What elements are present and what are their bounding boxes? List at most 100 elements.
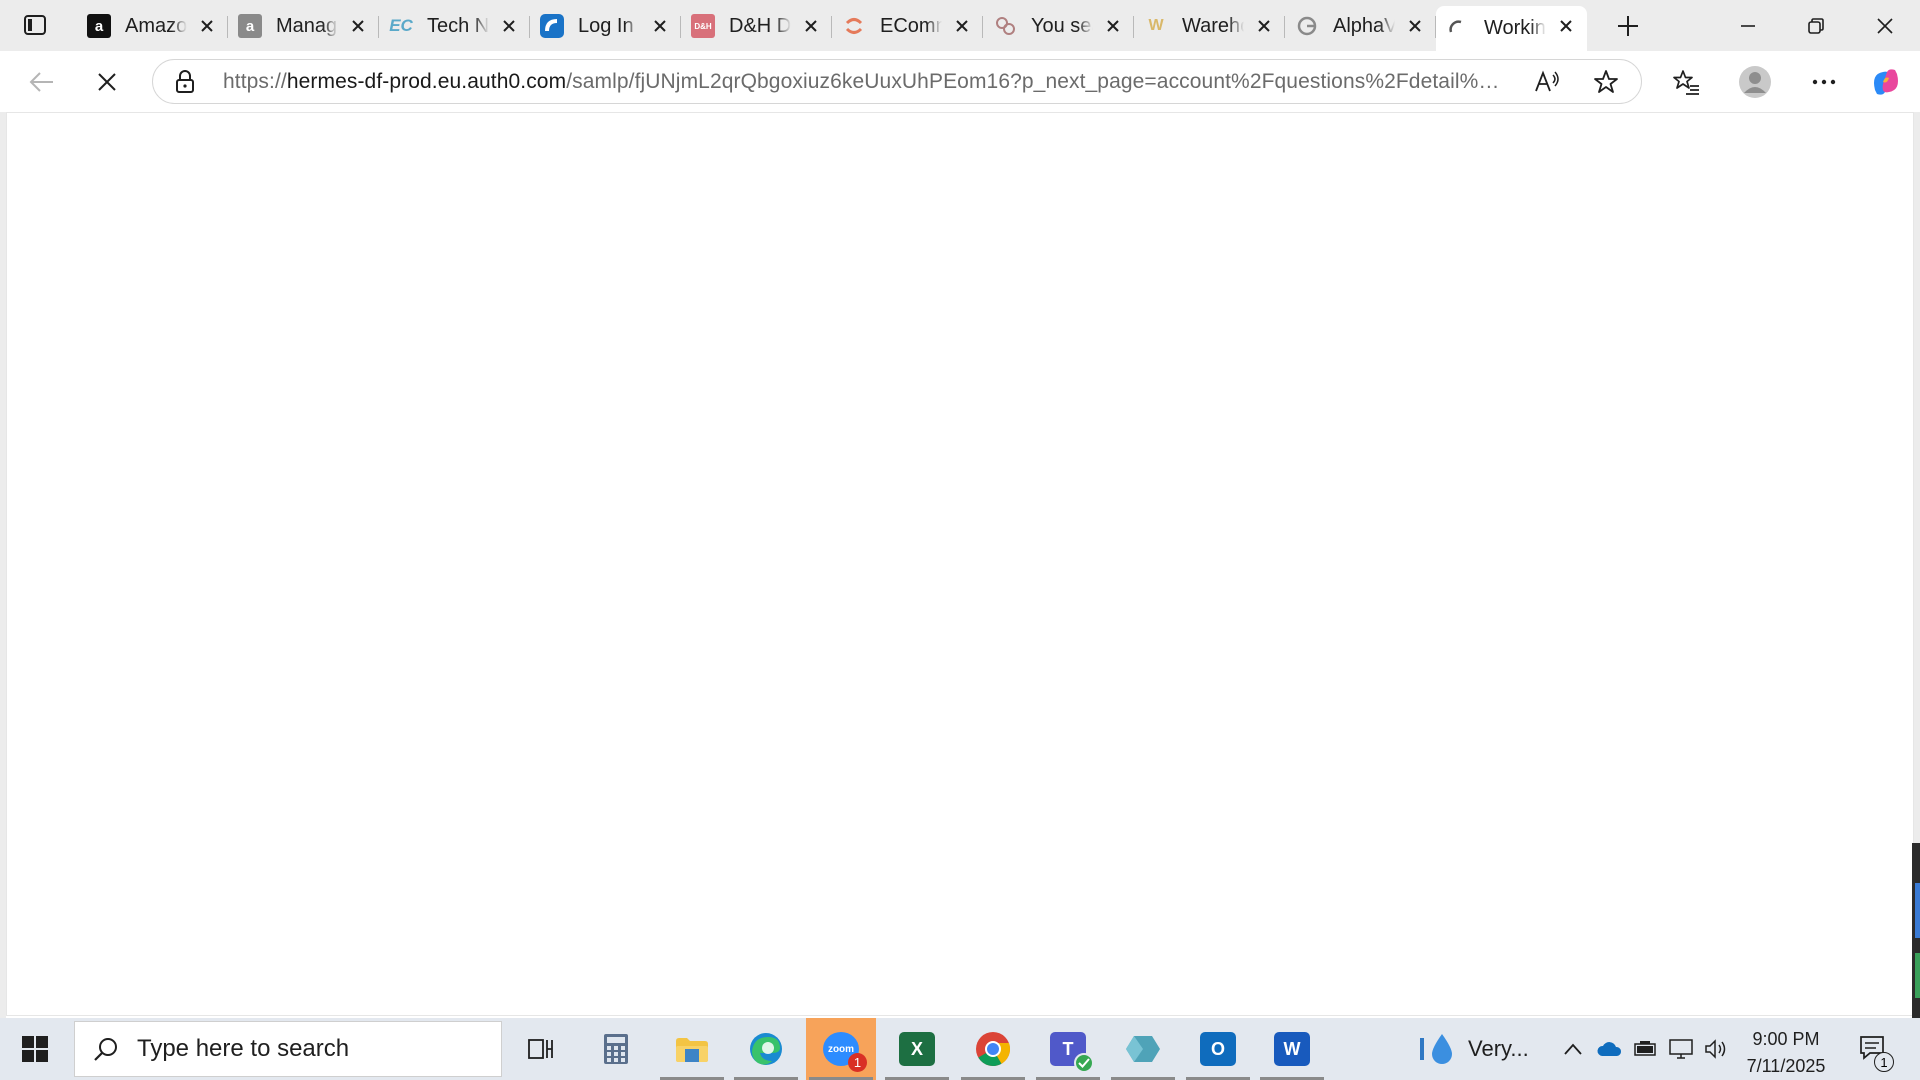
tab-title: ECommerce [880,14,942,37]
tab-amazon[interactable]: a Amazon [77,6,228,46]
tab-working-active[interactable]: Working [1436,6,1587,51]
close-icon[interactable] [649,15,671,37]
taskbar-edge[interactable] [731,1018,801,1080]
close-icon[interactable] [498,15,520,37]
stop-loading-button[interactable] [87,63,127,101]
settings-more-button[interactable] [1804,63,1844,101]
profile-button[interactable] [1735,63,1775,101]
tab-alphavantage[interactable]: AlphaVantage [1285,6,1436,46]
url-text[interactable]: https://hermes-df-prod.eu.auth0.com/saml… [223,70,1508,94]
minimize-button[interactable] [1715,0,1781,51]
notification-center-button[interactable]: 1 [1848,1018,1898,1080]
close-icon[interactable] [1253,15,1275,37]
copilot-button[interactable] [1866,63,1906,101]
teams-icon: T [1050,1032,1094,1073]
tab-dh-direct[interactable]: D&H D&H Direct [681,6,832,46]
tab-title: You searched [1031,14,1093,37]
read-aloud-icon[interactable] [1534,70,1560,99]
battery-tray[interactable] [1628,1018,1662,1080]
taskbar-excel[interactable]: X [882,1018,952,1080]
close-icon[interactable] [347,15,369,37]
close-icon[interactable] [1555,15,1577,37]
restore-icon [1808,17,1824,34]
network-icon [1669,1039,1693,1059]
tab-list: a Amazon a Manage EC Tech Notes Log In D… [77,6,1587,51]
browser-toolbar: https://hermes-df-prod.eu.auth0.com/saml… [0,51,1920,112]
close-icon[interactable] [196,15,218,37]
taskbar-outlook[interactable]: O [1183,1018,1253,1080]
battery-icon [1634,1041,1656,1056]
close-window-button[interactable] [1852,0,1918,51]
edge-icon [750,1033,782,1065]
address-bar[interactable]: https://hermes-df-prod.eu.auth0.com/saml… [152,59,1642,104]
close-icon[interactable] [1404,15,1426,37]
favorites-button[interactable] [1666,63,1706,101]
tab-title: Manage [276,14,338,37]
taskbar-chrome[interactable] [958,1018,1028,1080]
zoom-icon: zoom 1 [823,1032,867,1072]
minimize-icon [1741,24,1755,27]
url-host: hermes-df-prod.eu.auth0.com [286,70,567,93]
notification-badge: 1 [1874,1052,1894,1072]
favorites-list-icon [1673,70,1699,95]
chrome-icon [976,1032,1011,1066]
taskbar-word[interactable]: W [1257,1018,1327,1080]
taskbar-calculator[interactable] [581,1018,651,1080]
close-icon[interactable] [1102,15,1124,37]
tab-log-in[interactable]: Log In [530,6,681,46]
close-icon[interactable] [951,15,973,37]
amazon-a-icon: a [87,14,111,38]
tab-warehouse[interactable]: W Warehouse [1134,6,1285,46]
search-icon [94,1038,117,1061]
background-window-edge [1912,843,1920,1018]
search-placeholder: Type here to search [137,1035,350,1062]
excel-icon: X [899,1032,935,1066]
back-button[interactable] [22,63,62,101]
taskbar-search-box[interactable]: Type here to search [74,1021,502,1077]
loading-spinner-icon [1446,17,1470,41]
system-clock[interactable]: 9:00 PM 7/11/2025 [1738,1026,1834,1080]
taskbar-app-diamond[interactable] [1108,1018,1178,1080]
network-tray[interactable] [1664,1018,1698,1080]
tab-title: Warehouse [1182,14,1244,37]
logo-icon [540,14,564,38]
warehouse-icon: W [1148,17,1164,34]
taskbar-file-explorer[interactable] [657,1018,727,1080]
onedrive-cloud-icon [1597,1042,1622,1056]
tab-you-searched[interactable]: You searched [983,6,1134,46]
clock-time: 9:00 PM [1752,1029,1820,1049]
chevron-up-icon [1564,1043,1582,1055]
tab-title: D&H Direct [729,14,791,37]
status-check-icon [1074,1053,1094,1073]
calculator-icon [604,1034,628,1064]
volume-tray[interactable] [1700,1018,1734,1080]
task-view-icon [528,1039,553,1059]
onedrive-tray[interactable] [1592,1018,1626,1080]
amazon-a-icon: a [238,14,262,38]
tab-manage[interactable]: a Manage [228,6,379,46]
favorite-star-icon[interactable] [1593,69,1619,100]
tab-strip: a Amazon a Manage EC Tech Notes Log In D… [0,0,1920,51]
taskbar-zoom[interactable]: zoom 1 [806,1018,876,1080]
tab-title: Log In [578,14,634,37]
lock-icon[interactable] [175,70,195,99]
url-path: /samlp/fjUNjmL2qrQbgoxiuz6keUuxUhPEom16?… [566,70,1508,93]
taskbar-teams[interactable]: T [1033,1018,1103,1080]
weather-widget[interactable]: Very... [1418,1018,1529,1080]
tab-tech-notes[interactable]: EC Tech Notes [379,6,530,46]
notification-badge: 1 [848,1053,867,1072]
back-arrow-icon [29,72,53,92]
start-button[interactable] [0,1018,70,1080]
task-view-button[interactable] [506,1018,576,1080]
tab-ecommerce[interactable]: ECommerce [832,6,983,46]
google-icon [1295,14,1319,38]
word-icon: W [1274,1032,1310,1066]
tab-actions-button[interactable] [13,7,57,43]
close-icon[interactable] [800,15,822,37]
people-icon [993,14,1017,38]
restore-button[interactable] [1783,0,1849,51]
windows-logo-icon [22,1036,48,1062]
show-hidden-icons-button[interactable] [1556,1018,1590,1080]
new-tab-button[interactable] [1609,9,1647,43]
plus-icon [1618,16,1638,36]
